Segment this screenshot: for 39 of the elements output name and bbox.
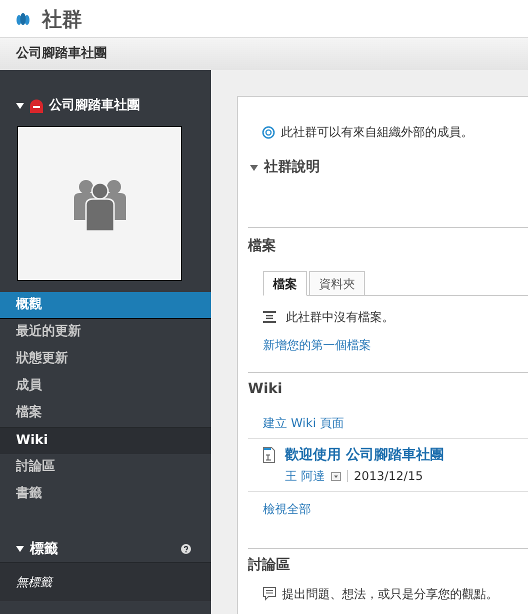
tab[interactable]: 檔案	[263, 271, 307, 296]
add-file-link[interactable]: 新增您的第一個檔案	[263, 336, 371, 354]
nav-item[interactable]: 概觀	[0, 292, 211, 318]
caret-icon[interactable]	[250, 164, 258, 170]
nav-item[interactable]: 最近的更新	[0, 318, 211, 346]
page-date: 2013/12/15	[354, 468, 423, 485]
help-icon[interactable]	[181, 544, 191, 554]
wiki-title: Wiki	[248, 380, 282, 399]
speech-bubble-icon	[263, 587, 276, 601]
nav-item[interactable]: 狀態更新	[0, 346, 211, 372]
page-title: 社群	[42, 6, 82, 32]
no-files-text: 此社群中沒有檔案。	[286, 309, 394, 326]
external-members-notice: 此社群可以有來自組織外部的成員。	[281, 124, 473, 141]
lock-icon	[30, 98, 43, 113]
people-icon	[16, 12, 30, 26]
author-link[interactable]: 王 阿達	[285, 467, 325, 485]
tab[interactable]: 資料夾	[309, 271, 365, 296]
tags-title: 標籤	[30, 540, 59, 558]
caret-icon[interactable]	[16, 102, 24, 109]
create-wiki-link[interactable]: 建立 Wiki 頁面	[263, 414, 344, 432]
nav-item[interactable]: 書籤	[0, 480, 211, 508]
dropdown-icon[interactable]	[330, 472, 341, 480]
community-title: 公司腳踏車社團	[16, 45, 107, 64]
no-tags-text: 無標籤	[16, 574, 52, 590]
forum-prompt: 提出問題、想法，或只是分享您的觀點。	[282, 586, 498, 603]
nav-item[interactable]: 成員	[0, 372, 211, 400]
globe-icon	[262, 126, 275, 138]
nav-item[interactable]: Wiki	[0, 426, 211, 454]
view-all-link[interactable]: 檢視全部	[263, 500, 311, 518]
description-title: 社群說明	[264, 158, 320, 177]
nav-item[interactable]: 討論區	[0, 454, 211, 480]
page-icon	[263, 447, 275, 463]
wiki-page-title[interactable]: 歡迎使用 公司腳踏車社團	[285, 445, 444, 466]
community-name[interactable]: 公司腳踏車社團	[49, 96, 140, 116]
files-title: 檔案	[248, 236, 276, 256]
nav-item[interactable]: 檔案	[0, 400, 211, 426]
drawer-icon	[263, 311, 276, 323]
forum-title: 討論區	[248, 556, 290, 575]
caret-icon[interactable]	[16, 546, 24, 552]
